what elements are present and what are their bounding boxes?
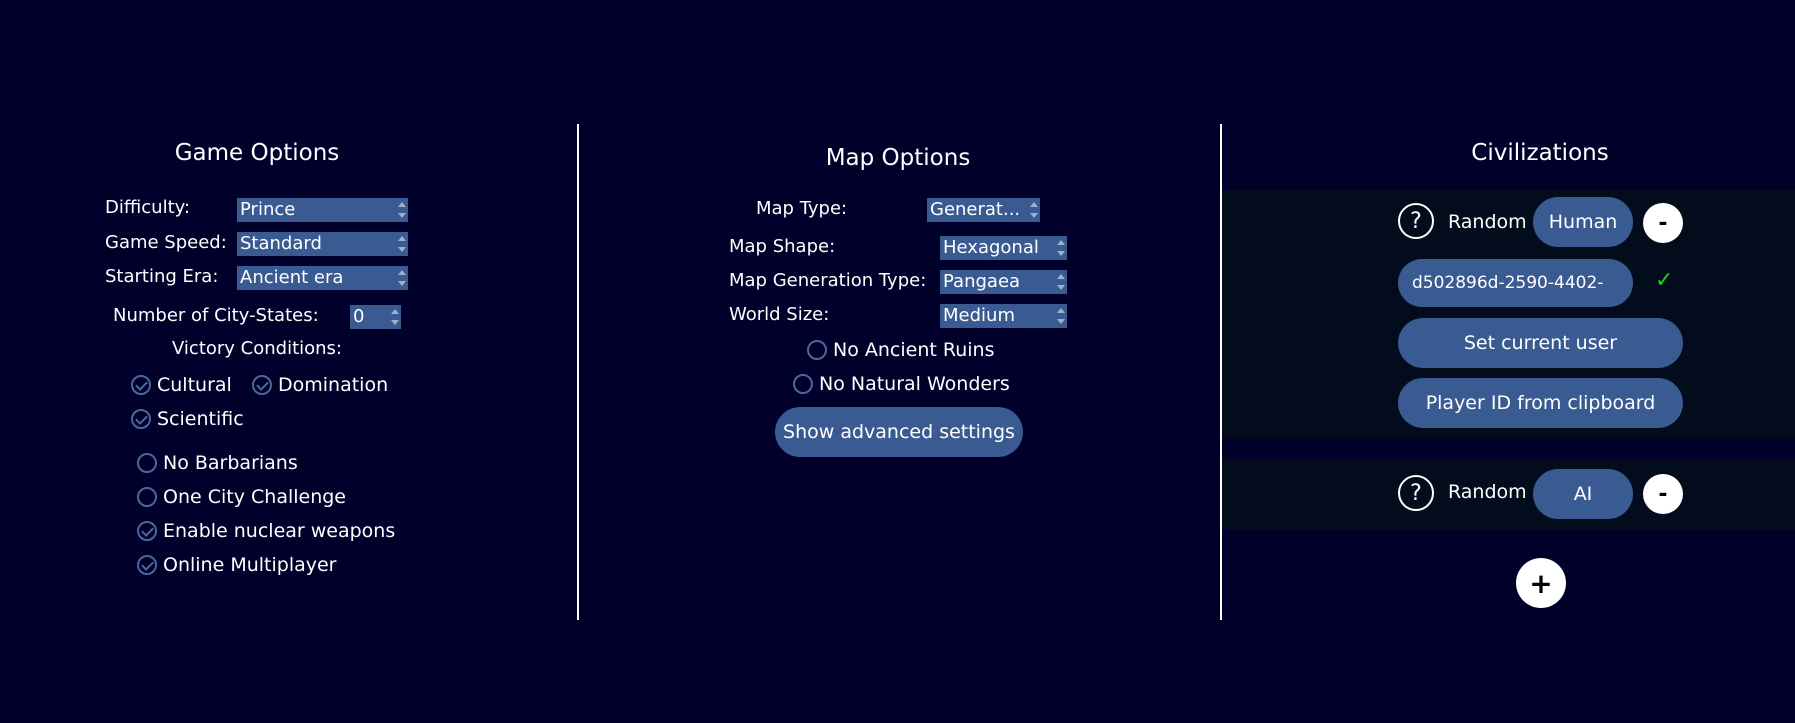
map-type-label: Map Type: <box>756 198 848 219</box>
nuclear-weapons-checkbox[interactable]: Enable nuclear weapons <box>137 520 395 542</box>
spinner-icon <box>398 235 406 253</box>
left-divider <box>577 124 579 620</box>
player-id-from-clipboard-button[interactable]: Player ID from clipboard <box>1398 378 1683 428</box>
map-options-title: Map Options <box>825 145 971 171</box>
player-2-civ-label: Random <box>1448 481 1527 503</box>
checkbox-icon <box>131 409 151 429</box>
checkbox-icon <box>131 375 151 395</box>
checkbox-icon <box>137 521 157 541</box>
game-options-title: Game Options <box>174 140 340 166</box>
checkbox-icon <box>793 374 813 394</box>
map-generation-value: Pangaea <box>943 271 1021 292</box>
add-player-button[interactable]: + <box>1516 558 1566 608</box>
victory-scientific-label: Scientific <box>157 408 244 430</box>
city-states-value: 0 <box>353 306 365 327</box>
difficulty-label: Difficulty: <box>105 197 191 218</box>
spinner-icon <box>398 201 406 219</box>
spinner-icon <box>398 269 406 287</box>
one-city-challenge-checkbox[interactable]: One City Challenge <box>137 486 346 508</box>
spinner-icon <box>391 308 399 326</box>
starting-era-select[interactable]: Ancient era <box>237 266 408 290</box>
checkbox-icon <box>252 375 272 395</box>
checkbox-icon <box>137 487 157 507</box>
player-1-remove-button[interactable]: - <box>1643 203 1683 243</box>
victory-domination-checkbox[interactable]: Domination <box>252 374 388 396</box>
difficulty-value: Prince <box>240 199 296 220</box>
set-current-user-button[interactable]: Set current user <box>1398 318 1683 368</box>
map-shape-select[interactable]: Hexagonal <box>940 236 1067 260</box>
no-ancient-ruins-label: No Ancient Ruins <box>833 339 995 361</box>
no-natural-wonders-label: No Natural Wonders <box>819 373 1010 395</box>
no-barbarians-checkbox[interactable]: No Barbarians <box>137 452 298 474</box>
map-shape-label: Map Shape: <box>729 236 836 257</box>
civ-info-question-icon[interactable]: ? <box>1398 203 1434 239</box>
civ-info-question-icon[interactable]: ? <box>1398 475 1434 511</box>
map-generation-select[interactable]: Pangaea <box>940 270 1067 294</box>
game-speed-value: Standard <box>240 233 322 254</box>
checkbox-icon <box>137 555 157 575</box>
map-shape-value: Hexagonal <box>943 237 1039 258</box>
player-1-type-button[interactable]: Human <box>1533 197 1633 247</box>
no-natural-wonders-checkbox[interactable]: No Natural Wonders <box>793 373 1010 395</box>
player-id-input[interactable]: d502896d-2590-4402- <box>1398 259 1633 307</box>
map-type-select[interactable]: Generat... <box>927 198 1040 222</box>
player-2-type-button[interactable]: AI <box>1533 469 1633 519</box>
player-id-valid-check-icon: ✓ <box>1655 268 1674 293</box>
world-size-label: World Size: <box>729 304 830 325</box>
spinner-icon <box>1057 307 1065 325</box>
starting-era-label: Starting Era: <box>105 266 219 287</box>
online-multiplayer-label: Online Multiplayer <box>163 554 337 576</box>
spinner-icon <box>1057 273 1065 291</box>
starting-era-value: Ancient era <box>240 267 344 288</box>
city-states-stepper[interactable]: 0 <box>350 305 401 329</box>
no-ancient-ruins-checkbox[interactable]: No Ancient Ruins <box>807 339 994 361</box>
map-generation-label: Map Generation Type: <box>729 270 927 291</box>
difficulty-select[interactable]: Prince <box>237 198 408 222</box>
civilizations-title: Civilizations <box>1471 140 1609 166</box>
online-multiplayer-checkbox[interactable]: Online Multiplayer <box>137 554 337 576</box>
world-size-value: Medium <box>943 305 1015 326</box>
city-states-label: Number of City-States: <box>113 305 319 326</box>
victory-scientific-checkbox[interactable]: Scientific <box>131 408 244 430</box>
one-city-challenge-label: One City Challenge <box>163 486 346 508</box>
game-speed-select[interactable]: Standard <box>237 232 408 256</box>
player-2-remove-button[interactable]: - <box>1643 474 1683 514</box>
spinner-icon <box>1057 239 1065 257</box>
victory-conditions-label: Victory Conditions: <box>172 338 342 359</box>
checkbox-icon <box>807 340 827 360</box>
game-speed-label: Game Speed: <box>105 232 227 253</box>
checkbox-icon <box>137 453 157 473</box>
world-size-select[interactable]: Medium <box>940 304 1067 328</box>
map-type-value: Generat... <box>930 199 1021 220</box>
player-1-civ-label: Random <box>1448 211 1527 233</box>
no-barbarians-label: No Barbarians <box>163 452 298 474</box>
nuclear-weapons-label: Enable nuclear weapons <box>163 520 396 542</box>
victory-domination-label: Domination <box>278 374 389 396</box>
victory-cultural-checkbox[interactable]: Cultural <box>131 374 232 396</box>
show-advanced-settings-button[interactable]: Show advanced settings <box>775 407 1023 457</box>
victory-cultural-label: Cultural <box>157 374 232 396</box>
spinner-icon <box>1030 201 1038 219</box>
